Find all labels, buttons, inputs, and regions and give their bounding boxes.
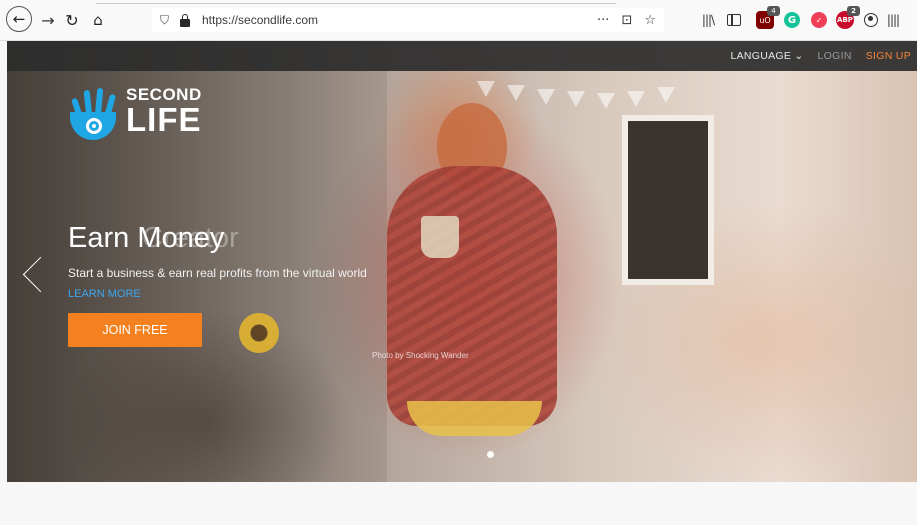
photo-credit: Photo by Shocking Wander [372, 351, 469, 360]
signup-link[interactable]: SIGN UP [866, 50, 911, 62]
bunting-flag [477, 81, 495, 97]
carousel-dots [487, 451, 494, 458]
grammarly-icon[interactable]: G [784, 12, 800, 28]
bunting-flag [537, 89, 555, 105]
bunting-flag [567, 91, 585, 107]
forward-arrow-icon[interactable]: → [38, 8, 58, 32]
back-arrow-icon[interactable]: ← [6, 6, 32, 32]
bunting-flag [657, 87, 675, 103]
tracking-shield-icon[interactable]: ⛉ [160, 13, 176, 28]
learn-more-link[interactable]: LEARN MORE [68, 288, 141, 300]
login-link[interactable]: LOGIN [818, 50, 852, 62]
abp-badge: 2 [847, 6, 860, 16]
sunflower [239, 313, 279, 353]
sidebar-icon[interactable] [727, 14, 741, 26]
lock-icon[interactable] [180, 13, 194, 27]
page-actions-icon[interactable]: ··· [597, 13, 609, 28]
chalkboard-frame [622, 115, 714, 285]
slide-headline: Earn Money [68, 222, 225, 254]
join-free-button[interactable]: JOIN FREE [68, 313, 202, 347]
bunting-flag [627, 91, 645, 107]
carousel-dot[interactable] [487, 451, 494, 458]
avatar-sweater [387, 166, 557, 426]
language-menu[interactable]: LANGUAGE ⌄ [730, 50, 803, 62]
address-bar[interactable]: ⛉ https://secondlife.com ··· ⊡ ☆ [152, 8, 664, 32]
bunting-flag [597, 93, 615, 109]
avatar-skirt [407, 401, 542, 436]
page-below-hero [0, 482, 917, 525]
bookmark-star-icon[interactable]: ☆ [644, 13, 656, 28]
account-icon[interactable] [864, 13, 878, 27]
tab-strip-edge [96, 3, 616, 4]
site-nav: LANGUAGE ⌄ LOGIN SIGN UP [730, 41, 911, 71]
ublock-badge: 4 [767, 6, 780, 16]
browser-toolbar: ← → ↻ ⌂ ⛉ https://secondlife.com ··· ⊡ ☆… [0, 0, 917, 41]
logo-life: LIFE [126, 101, 202, 138]
library-icon[interactable]: |||\ [700, 11, 716, 29]
slide-subtext: Start a business & earn real profits fro… [68, 266, 367, 280]
reload-icon[interactable]: ↻ [62, 8, 82, 32]
pocket-save-icon[interactable]: ⊡ [621, 13, 632, 28]
logo-wordmark: SECOND LIFE [126, 86, 202, 138]
avatar-cup [421, 216, 459, 258]
home-icon[interactable]: ⌂ [87, 8, 109, 32]
ublock-icon[interactable]: uO 4 [756, 6, 780, 29]
second-life-logo[interactable]: SECOND LIFE [68, 82, 202, 140]
adblock-plus-icon[interactable]: ABP 2 [836, 6, 860, 29]
pocket-icon[interactable]: ✓ [811, 12, 827, 28]
bunting-flag [507, 85, 525, 101]
url-text[interactable]: https://secondlife.com [202, 13, 318, 27]
hand-eye-logo-icon [68, 82, 120, 140]
menu-icon[interactable]: |||| [886, 11, 900, 29]
site-header: LANGUAGE ⌄ LOGIN SIGN UP [7, 41, 917, 71]
